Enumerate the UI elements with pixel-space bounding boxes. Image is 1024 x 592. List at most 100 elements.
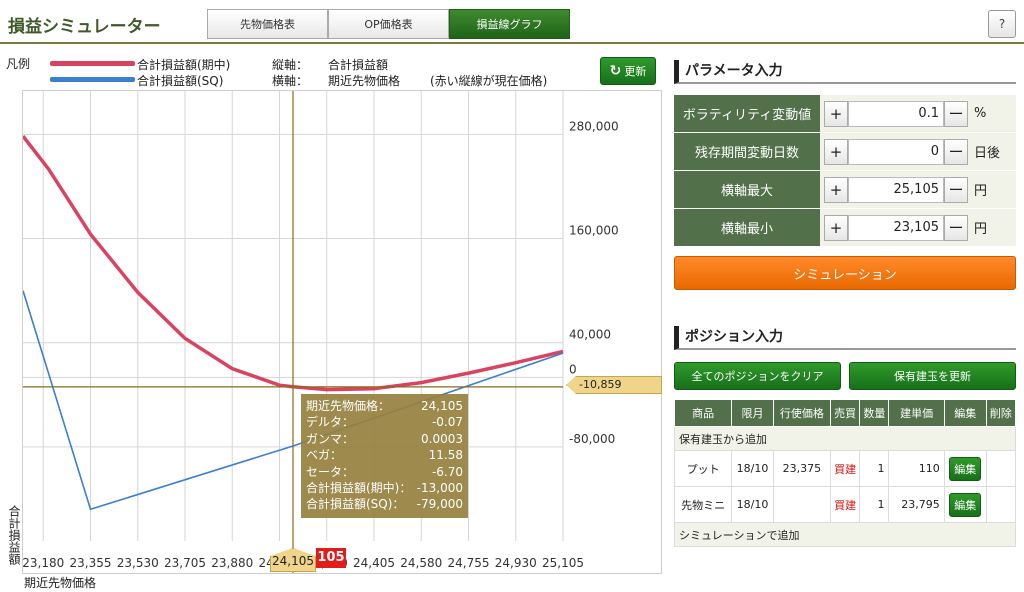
- param-control: + 0.1 ー %: [820, 95, 1016, 132]
- decrement-button[interactable]: ー: [944, 214, 968, 241]
- tooltip-row: デルタ： -0.07: [306, 414, 463, 430]
- tooltip-value: -6.70: [431, 464, 463, 479]
- help-button[interactable]: ?: [988, 10, 1016, 38]
- y-tick-label: -80,000: [569, 432, 615, 446]
- param-control: + 25,105 ー 円: [820, 171, 1016, 208]
- axis-h-value: 期近先物価格: [328, 74, 401, 88]
- x-tick-label: 25,105: [542, 556, 584, 570]
- tooltip-key: 合計損益額(SQ)：: [306, 497, 405, 512]
- param-unit: %: [974, 106, 987, 121]
- param-row-days: 残存期間変動日数 + 0 ー 日後: [674, 133, 1016, 171]
- param-unit: 円: [974, 222, 988, 237]
- param-unit: 日後: [974, 146, 1001, 161]
- col-header: 削除: [985, 399, 1017, 427]
- decrement-button[interactable]: ー: [944, 100, 968, 127]
- axis-h-key: 横軸：: [272, 74, 309, 88]
- tooltip-key: セータ：: [306, 464, 355, 479]
- group-row-held: 保有建玉から追加: [674, 426, 1016, 451]
- x-tick-label: 23,530: [117, 556, 159, 570]
- cell-strike: [772, 486, 831, 523]
- legend-line-midterm: [50, 61, 135, 66]
- volatility-input[interactable]: 0.1: [848, 100, 944, 127]
- days-input[interactable]: 0: [848, 138, 944, 165]
- tooltip-value: 11.58: [428, 448, 463, 463]
- increment-button[interactable]: +: [824, 100, 848, 127]
- col-header: 数量: [859, 399, 890, 427]
- col-header: 行使価格: [772, 399, 831, 427]
- col-header: 建単価: [888, 399, 945, 427]
- edit-button[interactable]: 編集: [949, 492, 982, 517]
- tooltip-value: -79,000: [416, 497, 463, 512]
- tooltip-row: 合計損益額(期中)： -13,000: [306, 480, 463, 496]
- param-row-xmin: 横軸最小 + 23,105 ー 円: [674, 209, 1016, 247]
- tooltip-value: -0.07: [431, 415, 463, 430]
- table-header-row: 商品 限月 行使価格 売買 数量 建単価 編集 削除: [673, 399, 1017, 427]
- cell-product: 先物ミニ: [673, 486, 733, 523]
- col-header: 限月: [731, 399, 774, 427]
- x-axis-title: 期近先物価格: [24, 576, 97, 590]
- cell-side: 買建: [829, 486, 861, 523]
- tab-pnl-graph[interactable]: 損益線グラフ: [449, 9, 570, 39]
- positions-table: 商品 限月 行使価格 売買 数量 建単価 編集 削除 保有建玉から追加 プット …: [673, 399, 1017, 547]
- table-row: プット 18/10 23,375 買建 1 110 編集: [673, 450, 1017, 487]
- tab-option-price[interactable]: OP価格表: [328, 9, 449, 39]
- update-positions-button[interactable]: 保有建玉を更新: [849, 362, 1016, 390]
- top-bar: 損益シミュレーター 先物価格表 OP価格表 損益線グラフ ?: [0, 0, 1024, 44]
- app-title: 損益シミュレーター: [8, 17, 161, 37]
- x-tick-label: 23,180: [23, 556, 64, 570]
- x-tick-label: 24,405: [353, 556, 395, 570]
- positions-section-title: ポジション入力: [674, 326, 1016, 350]
- tooltip-value: 24,105: [421, 399, 463, 413]
- param-label: 横軸最大: [674, 171, 820, 208]
- xmax-input[interactable]: 25,105: [848, 176, 944, 203]
- decrement-button[interactable]: ー: [944, 138, 968, 165]
- param-row-volatility: ボラティリティ変動値 + 0.1 ー %: [674, 95, 1016, 133]
- legend-label-midterm: 合計損益額(期中): [137, 58, 231, 72]
- x-tick-label: 23,880: [211, 556, 253, 570]
- chart-tooltip: 期近先物価格： 24,105 デルタ： -0.07 ガンマ： 0.0003 ベガ： 11…: [301, 394, 468, 518]
- xmin-input[interactable]: 23,105: [848, 214, 944, 241]
- current-y-marker: -10,859: [566, 376, 662, 394]
- tooltip-key: ガンマ：: [306, 431, 355, 446]
- param-row-xmax: 横軸最大 + 25,105 ー 円: [674, 171, 1016, 209]
- legend-line-sq: [50, 77, 135, 82]
- simulate-button[interactable]: シミュレーション: [674, 256, 1016, 290]
- x-tick-label: 24,580: [400, 556, 442, 570]
- y-tick-label: 0: [569, 362, 577, 376]
- params-section-title: パラメータ入力: [674, 60, 1016, 84]
- tooltip-key: デルタ：: [306, 415, 355, 430]
- y-tick-label: 160,000: [569, 224, 619, 238]
- decrement-button[interactable]: ー: [944, 176, 968, 203]
- x-tick-label: 23,705: [164, 556, 206, 570]
- param-control: + 23,105 ー 円: [820, 209, 1016, 246]
- clear-positions-button[interactable]: 全てのポジションをクリア: [674, 362, 841, 390]
- param-label: 残存期間変動日数: [674, 133, 820, 170]
- param-control: + 0 ー 日後: [820, 133, 1016, 170]
- legend-title: 凡例: [6, 57, 31, 71]
- col-header: 商品: [673, 399, 733, 427]
- legend-label-sq: 合計損益額(SQ): [137, 74, 224, 88]
- col-header: 売買: [829, 399, 861, 427]
- param-label: ボラティリティ変動値: [674, 95, 820, 132]
- increment-button[interactable]: +: [824, 214, 848, 241]
- group-row-sim: シミュレーションで追加: [674, 522, 1016, 547]
- cell-price: 110: [888, 450, 945, 487]
- tooltip-row: ガンマ： 0.0003: [306, 431, 463, 447]
- y-axis-title: 合計損益額: [7, 505, 21, 565]
- edit-button[interactable]: 編集: [949, 456, 982, 481]
- table-row: 先物ミニ 18/10 買建 1 23,795 編集: [673, 486, 1017, 523]
- tooltip-row: 合計損益額(SQ)： -79,000: [306, 496, 463, 512]
- axis-v-key: 縦軸：: [272, 58, 309, 72]
- cell-edit: 編集: [943, 450, 987, 487]
- tooltip-row: セータ： -6.70: [306, 464, 463, 480]
- tooltip-row: 期近先物価格： 24,105: [306, 398, 463, 414]
- refresh-button[interactable]: ↻ 更新: [600, 57, 656, 85]
- x-tick-label: 24,755: [448, 556, 490, 570]
- tab-futures-price[interactable]: 先物価格表: [207, 9, 328, 39]
- increment-button[interactable]: +: [824, 138, 848, 165]
- axis-v-value: 合計損益額: [328, 58, 389, 72]
- group-label-sim: シミュレーションで追加: [674, 522, 1016, 547]
- param-unit: 円: [974, 184, 988, 199]
- increment-button[interactable]: +: [824, 176, 848, 203]
- tooltip-value: 0.0003: [421, 431, 463, 446]
